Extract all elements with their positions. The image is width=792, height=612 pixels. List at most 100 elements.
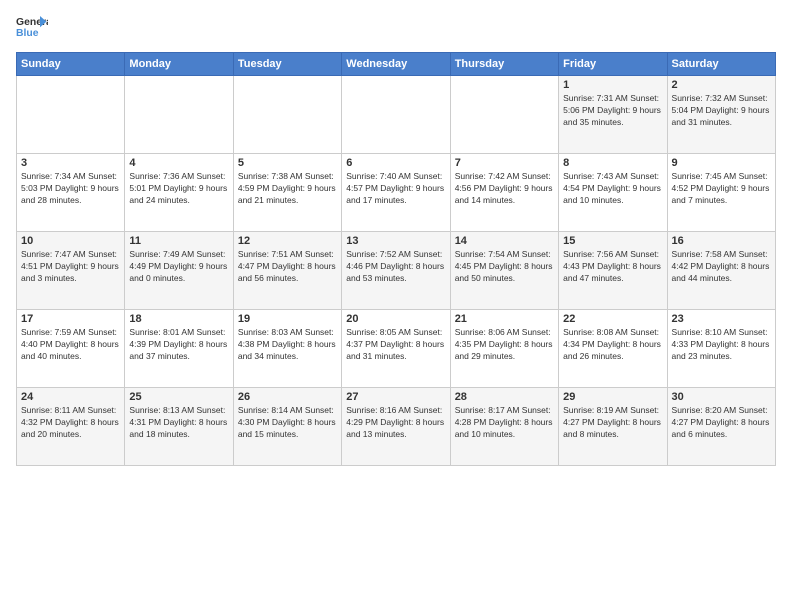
calendar-cell: 28 Sunrise: 8:17 AM Sunset: 4:28 PM Dayli… — [450, 388, 558, 466]
page: General Blue SundayMondayTuesdayWednesda… — [0, 0, 792, 612]
day-number: 18 — [129, 313, 228, 325]
calendar-cell: 2Sunrise: 7:32 AM Sunset: 5:04 PM Daylig… — [667, 76, 775, 154]
week-row-3: 10 Sunrise: 7:47 AM Sunset: 4:51 PM Dayli… — [17, 232, 776, 310]
calendar-cell: 9 Sunrise: 7:45 AM Sunset: 4:52 PM Daylig… — [667, 154, 775, 232]
day-number: 14 — [455, 235, 554, 247]
header: General Blue — [16, 12, 776, 44]
day-number: 23 — [672, 313, 771, 325]
day-number: 28 — [455, 391, 554, 403]
day-info: Sunrise: 8:19 AM Sunset: 4:27 PM Dayligh… — [563, 405, 662, 441]
calendar-cell: 3 Sunrise: 7:34 AM Sunset: 5:03 PM Daylig… — [17, 154, 125, 232]
calendar-cell: 17Sunrise: 7:59 AM Sunset: 4:40 PM Dayli… — [17, 310, 125, 388]
day-info: Sunrise: 7:56 AM Sunset: 4:43 PM Dayligh… — [563, 249, 662, 285]
calendar-cell: 29 Sunrise: 8:19 AM Sunset: 4:27 PM Dayli… — [559, 388, 667, 466]
week-row-2: 3 Sunrise: 7:34 AM Sunset: 5:03 PM Daylig… — [17, 154, 776, 232]
calendar-cell — [342, 76, 450, 154]
logo-icon: General Blue — [16, 12, 48, 44]
day-number: 9 — [672, 157, 771, 169]
day-info: Sunrise: 7:52 AM Sunset: 4:46 PM Dayligh… — [346, 249, 445, 285]
day-info: Sunrise: 7:40 AM Sunset: 4:57 PM Dayligh… — [346, 171, 445, 207]
calendar-cell: 7 Sunrise: 7:42 AM Sunset: 4:56 PM Daylig… — [450, 154, 558, 232]
week-row-5: 24 Sunrise: 8:11 AM Sunset: 4:32 PM Dayli… — [17, 388, 776, 466]
weekday-header-row: SundayMondayTuesdayWednesdayThursdayFrid… — [17, 53, 776, 76]
day-number: 17 — [21, 313, 120, 325]
week-row-1: 1 Sunrise: 7:31 AM Sunset: 5:06 PM Daylig… — [17, 76, 776, 154]
day-info: Sunrise: 7:45 AM Sunset: 4:52 PM Dayligh… — [672, 171, 771, 207]
weekday-header-sunday: Sunday — [17, 53, 125, 76]
day-number: 12 — [238, 235, 337, 247]
day-info: Sunrise: 8:13 AM Sunset: 4:31 PM Dayligh… — [129, 405, 228, 441]
day-number: 4 — [129, 157, 228, 169]
calendar-cell: 30 Sunrise: 8:20 AM Sunset: 4:27 PM Dayli… — [667, 388, 775, 466]
day-info: Sunrise: 7:58 AM Sunset: 4:42 PM Dayligh… — [672, 249, 771, 285]
day-number: 24 — [21, 391, 120, 403]
day-number: 29 — [563, 391, 662, 403]
day-number: 22 — [563, 313, 662, 325]
calendar-cell: 6Sunrise: 7:40 AM Sunset: 4:57 PM Daylig… — [342, 154, 450, 232]
calendar-cell: 12Sunrise: 7:51 AM Sunset: 4:47 PM Dayli… — [233, 232, 341, 310]
calendar-cell — [125, 76, 233, 154]
week-row-4: 17Sunrise: 7:59 AM Sunset: 4:40 PM Dayli… — [17, 310, 776, 388]
weekday-header-saturday: Saturday — [667, 53, 775, 76]
day-info: Sunrise: 7:49 AM Sunset: 4:49 PM Dayligh… — [129, 249, 228, 285]
day-number: 7 — [455, 157, 554, 169]
day-info: Sunrise: 8:11 AM Sunset: 4:32 PM Dayligh… — [21, 405, 120, 441]
day-number: 3 — [21, 157, 120, 169]
calendar-cell: 18 Sunrise: 8:01 AM Sunset: 4:39 PM Dayli… — [125, 310, 233, 388]
day-number: 30 — [672, 391, 771, 403]
day-number: 13 — [346, 235, 445, 247]
day-info: Sunrise: 7:32 AM Sunset: 5:04 PM Dayligh… — [672, 93, 771, 129]
calendar-cell: 20Sunrise: 8:05 AM Sunset: 4:37 PM Dayli… — [342, 310, 450, 388]
calendar-cell: 15 Sunrise: 7:56 AM Sunset: 4:43 PM Dayli… — [559, 232, 667, 310]
weekday-header-thursday: Thursday — [450, 53, 558, 76]
calendar-cell — [17, 76, 125, 154]
calendar: SundayMondayTuesdayWednesdayThursdayFrid… — [16, 52, 776, 466]
day-number: 21 — [455, 313, 554, 325]
day-info: Sunrise: 8:17 AM Sunset: 4:28 PM Dayligh… — [455, 405, 554, 441]
day-info: Sunrise: 7:42 AM Sunset: 4:56 PM Dayligh… — [455, 171, 554, 207]
day-info: Sunrise: 7:36 AM Sunset: 5:01 PM Dayligh… — [129, 171, 228, 207]
calendar-cell: 24 Sunrise: 8:11 AM Sunset: 4:32 PM Dayli… — [17, 388, 125, 466]
calendar-cell — [450, 76, 558, 154]
calendar-cell: 26Sunrise: 8:14 AM Sunset: 4:30 PM Dayli… — [233, 388, 341, 466]
day-number: 11 — [129, 235, 228, 247]
calendar-cell: 8Sunrise: 7:43 AM Sunset: 4:54 PM Daylig… — [559, 154, 667, 232]
day-info: Sunrise: 8:20 AM Sunset: 4:27 PM Dayligh… — [672, 405, 771, 441]
day-info: Sunrise: 8:08 AM Sunset: 4:34 PM Dayligh… — [563, 327, 662, 363]
calendar-cell: 22 Sunrise: 8:08 AM Sunset: 4:34 PM Dayli… — [559, 310, 667, 388]
day-info: Sunrise: 7:38 AM Sunset: 4:59 PM Dayligh… — [238, 171, 337, 207]
logo: General Blue — [16, 12, 48, 44]
day-number: 15 — [563, 235, 662, 247]
day-info: Sunrise: 7:54 AM Sunset: 4:45 PM Dayligh… — [455, 249, 554, 285]
calendar-cell — [233, 76, 341, 154]
calendar-cell: 10 Sunrise: 7:47 AM Sunset: 4:51 PM Dayli… — [17, 232, 125, 310]
calendar-cell: 5 Sunrise: 7:38 AM Sunset: 4:59 PM Daylig… — [233, 154, 341, 232]
day-number: 25 — [129, 391, 228, 403]
day-number: 5 — [238, 157, 337, 169]
calendar-cell: 13 Sunrise: 7:52 AM Sunset: 4:46 PM Dayli… — [342, 232, 450, 310]
day-number: 10 — [21, 235, 120, 247]
calendar-cell: 25 Sunrise: 8:13 AM Sunset: 4:31 PM Dayli… — [125, 388, 233, 466]
weekday-header-wednesday: Wednesday — [342, 53, 450, 76]
day-info: Sunrise: 8:01 AM Sunset: 4:39 PM Dayligh… — [129, 327, 228, 363]
day-info: Sunrise: 7:31 AM Sunset: 5:06 PM Dayligh… — [563, 93, 662, 129]
calendar-cell: 19 Sunrise: 8:03 AM Sunset: 4:38 PM Dayli… — [233, 310, 341, 388]
calendar-cell: 4 Sunrise: 7:36 AM Sunset: 5:01 PM Daylig… — [125, 154, 233, 232]
day-number: 19 — [238, 313, 337, 325]
calendar-cell: 1 Sunrise: 7:31 AM Sunset: 5:06 PM Daylig… — [559, 76, 667, 154]
day-info: Sunrise: 7:34 AM Sunset: 5:03 PM Dayligh… — [21, 171, 120, 207]
calendar-cell: 23 Sunrise: 8:10 AM Sunset: 4:33 PM Dayli… — [667, 310, 775, 388]
weekday-header-monday: Monday — [125, 53, 233, 76]
calendar-cell: 16Sunrise: 7:58 AM Sunset: 4:42 PM Dayli… — [667, 232, 775, 310]
day-info: Sunrise: 7:47 AM Sunset: 4:51 PM Dayligh… — [21, 249, 120, 285]
day-info: Sunrise: 8:16 AM Sunset: 4:29 PM Dayligh… — [346, 405, 445, 441]
day-number: 8 — [563, 157, 662, 169]
calendar-cell: 11 Sunrise: 7:49 AM Sunset: 4:49 PM Dayli… — [125, 232, 233, 310]
day-number: 1 — [563, 79, 662, 91]
weekday-header-friday: Friday — [559, 53, 667, 76]
day-info: Sunrise: 8:03 AM Sunset: 4:38 PM Dayligh… — [238, 327, 337, 363]
day-info: Sunrise: 8:06 AM Sunset: 4:35 PM Dayligh… — [455, 327, 554, 363]
day-number: 27 — [346, 391, 445, 403]
day-info: Sunrise: 8:10 AM Sunset: 4:33 PM Dayligh… — [672, 327, 771, 363]
day-info: Sunrise: 8:14 AM Sunset: 4:30 PM Dayligh… — [238, 405, 337, 441]
